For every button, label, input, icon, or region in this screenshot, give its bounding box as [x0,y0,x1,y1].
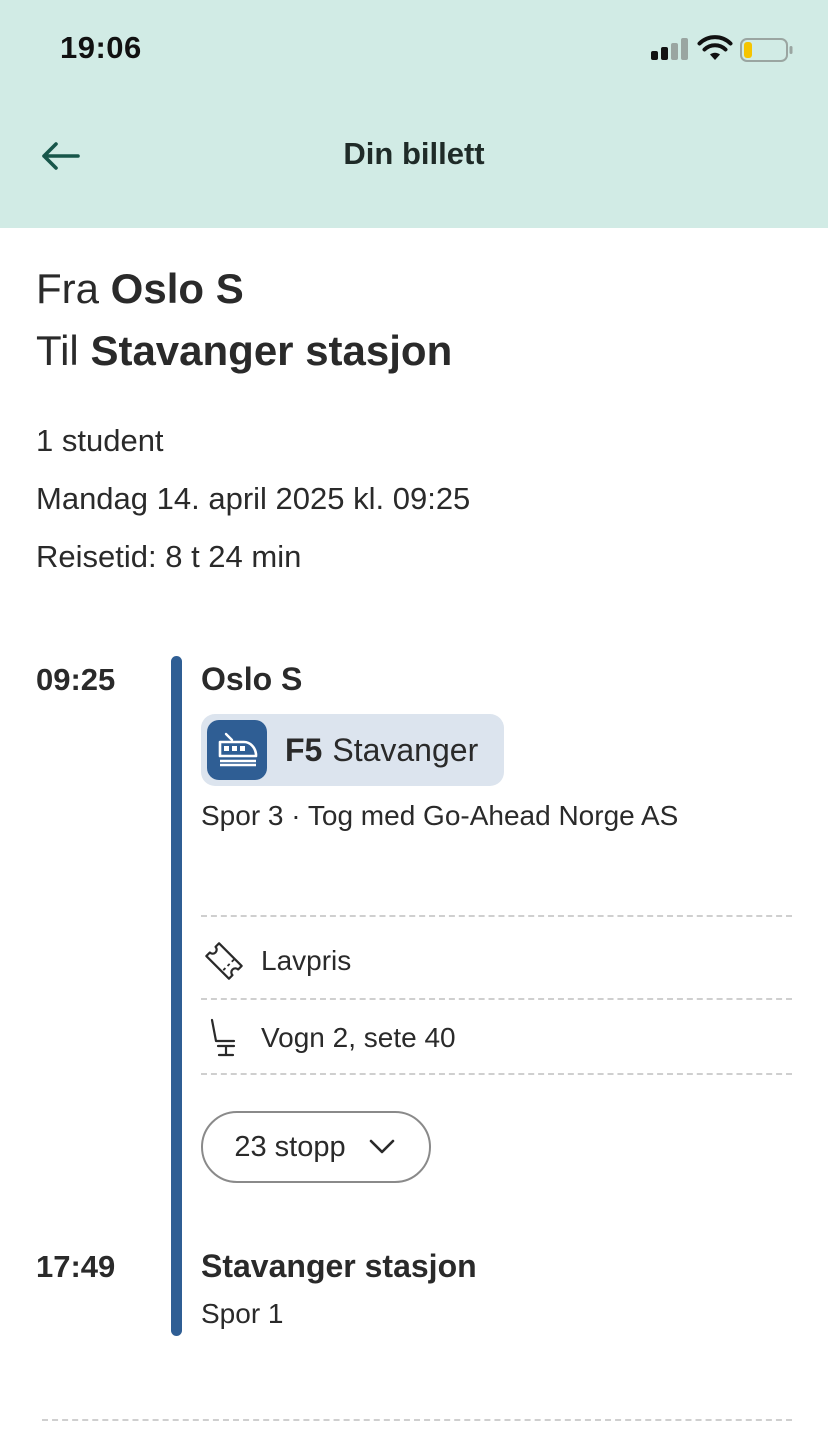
seat-label: Vogn 2, sete 40 [261,1022,456,1053]
status-bar: 19:06 [0,0,828,100]
arrival-station: Stavanger stasjon [201,1248,477,1284]
from-station: Oslo S [110,265,244,312]
trip-info: 1 student Mandag 14. april 2025 kl. 09:2… [36,412,470,586]
departure-date: Mandag 14. april 2025 kl. 09:25 [36,481,471,516]
track-operator: Spor 3 · Tog med Go-Ahead Norge AS [201,800,679,831]
cellular-signal-icon [651,38,691,60]
ticket-icon [201,938,247,984]
fare-label: Lavpris [261,945,352,976]
line-badge[interactable]: F5 Stavanger [201,714,505,786]
arrival-track: Spor 1 [201,1298,284,1329]
train-icon [207,720,267,780]
app-header: Din billett [0,100,828,228]
wifi-icon [697,35,733,60]
arrival-time: 17:49 [36,1249,116,1284]
show-stops-button[interactable]: 23 stopp [201,1111,431,1183]
timeline-bar [171,656,182,1336]
from-line: Fra Oslo S [36,258,452,320]
seat-row: Vogn 2, sete 40 [201,1015,456,1061]
departure-station: Oslo S [201,661,303,697]
status-time: 19:06 [60,30,142,65]
travellers: 1 student [36,423,164,458]
route-summary: Fra Oslo S Til Stavanger stasjon [36,258,452,382]
to-line: Til Stavanger stasjon [36,320,452,382]
from-prefix: Fra [36,265,99,312]
to-station: Stavanger stasjon [90,327,453,374]
departure-time: 09:25 [36,662,116,697]
divider [201,915,792,917]
line-code: F5 [285,731,323,768]
divider [42,1419,792,1421]
page-title: Din billett [343,136,485,171]
chevron-down-icon [368,1132,398,1162]
fare-row: Lavpris [201,938,351,984]
divider [201,998,792,1000]
battery-low-icon [740,38,793,62]
stops-label: 23 stopp [234,1130,346,1163]
travel-duration: Reisetid: 8 t 24 min [36,539,302,574]
to-prefix: Til [36,327,79,374]
seat-icon [201,1015,247,1061]
line-destination: Stavanger [332,731,479,768]
divider [201,1073,792,1075]
